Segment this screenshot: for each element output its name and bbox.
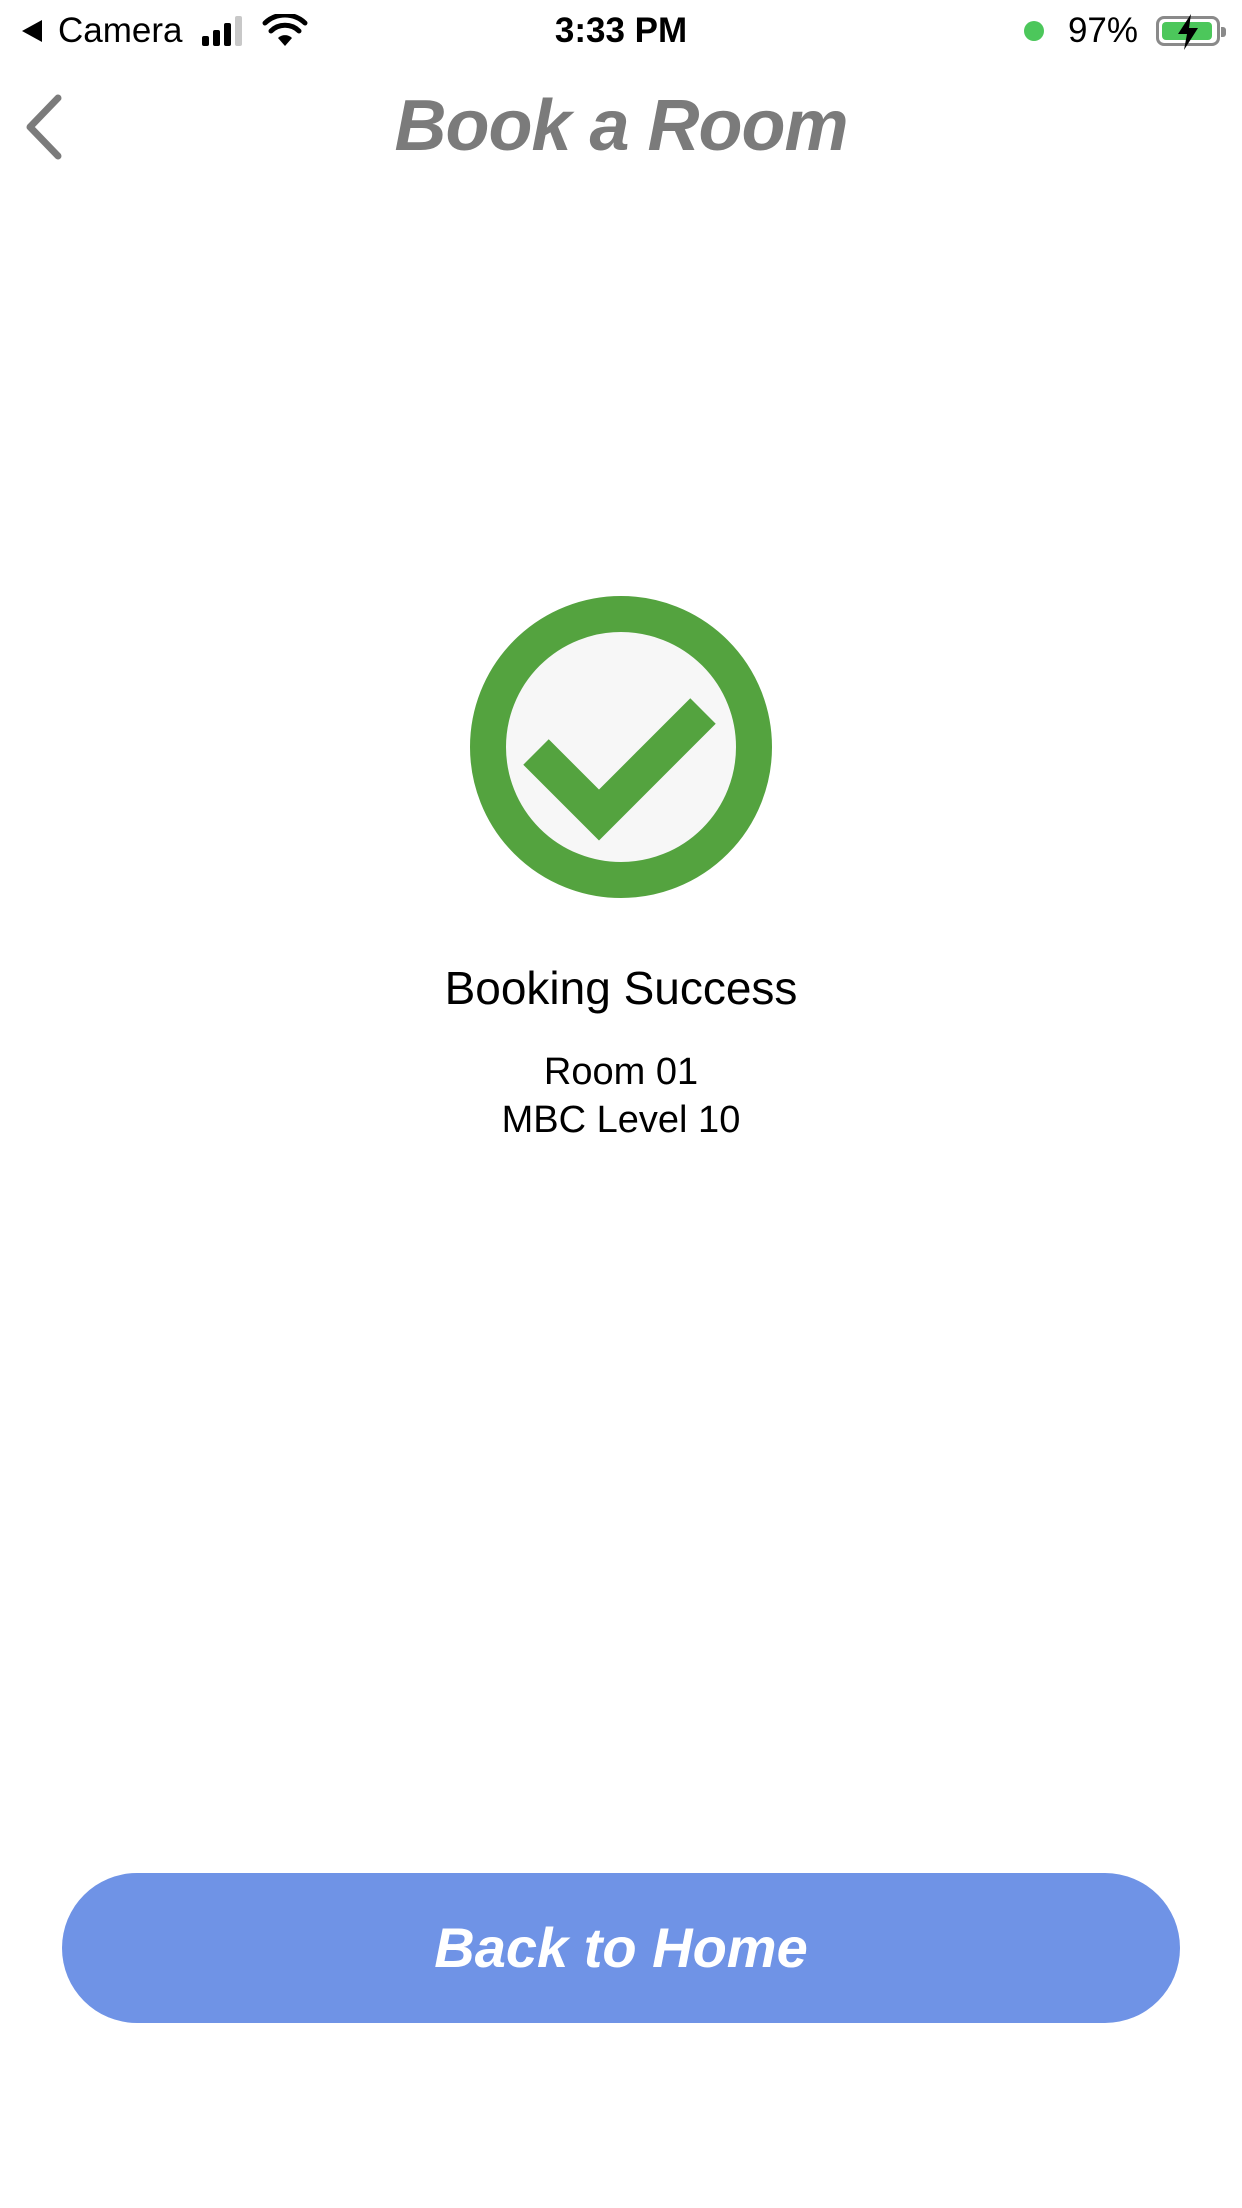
room-name: Room 01 <box>543 1051 699 1093</box>
booking-success-screen: Camera 3:33 PM 97% Book a Room Booking S… <box>0 0 1242 2208</box>
check-circle-icon <box>470 596 772 898</box>
privacy-indicator-dot <box>1023 21 1044 41</box>
status-bar: Camera 3:33 PM 97% <box>0 0 1242 62</box>
page-title: Book a Room <box>394 86 848 166</box>
charging-bolt-icon <box>1178 14 1198 50</box>
room-location: MBC Level 10 <box>501 1099 741 1141</box>
battery-percent: 97% <box>1067 11 1138 50</box>
battery-icon <box>1156 14 1226 50</box>
status-bar-right: 97% <box>1023 8 1226 54</box>
back-to-home-button[interactable]: Back to Home <box>62 1873 1180 2023</box>
success-title: Booking Success <box>444 962 798 1014</box>
navigation-bar: Book a Room <box>0 62 1242 192</box>
